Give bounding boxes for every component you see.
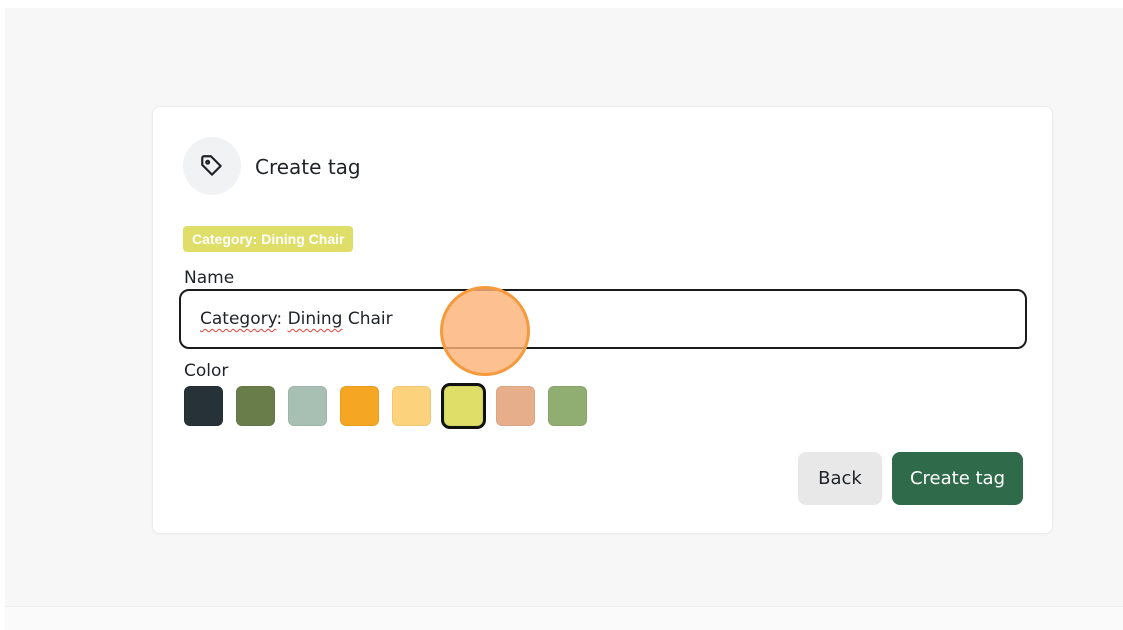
- name-value-word-2: Dining: [287, 309, 343, 329]
- create-tag-button[interactable]: Create tag: [892, 452, 1023, 505]
- color-swatch-3[interactable]: [288, 386, 327, 426]
- tag-preview-badge: Category: Dining Chair: [183, 226, 354, 252]
- name-value-rest: Chair: [342, 309, 393, 329]
- color-swatch-2[interactable]: [236, 386, 275, 426]
- bottom-strip: [5, 606, 1123, 630]
- color-swatch-8[interactable]: [548, 386, 587, 426]
- tag-icon-badge: [183, 137, 241, 195]
- tag-icon: [201, 155, 222, 176]
- color-label: Color: [184, 361, 229, 381]
- color-swatch-1[interactable]: [184, 386, 223, 426]
- color-swatch-4[interactable]: [340, 386, 379, 426]
- name-input[interactable]: Category: Dining Chair: [179, 289, 1027, 349]
- dialog-title: Create tag: [255, 155, 361, 179]
- back-button[interactable]: Back: [798, 452, 882, 505]
- color-swatch-6[interactable]: [444, 386, 483, 426]
- name-value-separator: :: [276, 309, 288, 329]
- create-tag-card: Create tag Category: Dining Chair Name C…: [152, 106, 1053, 534]
- color-swatch-list: [184, 386, 587, 426]
- name-value-word-1: Category: [200, 309, 277, 329]
- color-swatch-7[interactable]: [496, 386, 535, 426]
- color-swatch-5[interactable]: [392, 386, 431, 426]
- name-label: Name: [184, 268, 235, 288]
